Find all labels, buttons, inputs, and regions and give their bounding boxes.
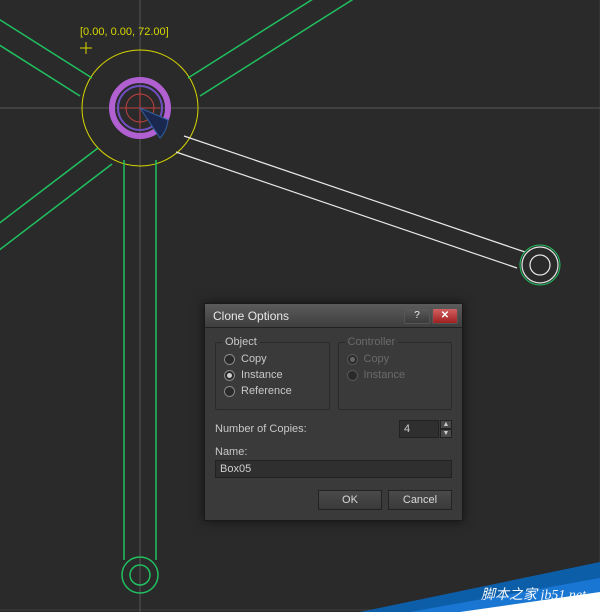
radio-icon bbox=[224, 354, 235, 365]
copies-input[interactable] bbox=[399, 420, 439, 438]
radio-label: Copy bbox=[241, 353, 267, 365]
dialog-body: Object Copy Instance Reference Controlle… bbox=[205, 328, 462, 520]
name-input[interactable] bbox=[215, 460, 452, 478]
radio-icon bbox=[224, 370, 235, 381]
radio-label: Reference bbox=[241, 385, 292, 397]
cancel-button[interactable]: Cancel bbox=[388, 490, 452, 510]
coordinate-readout: [0.00, 0.00, 72.00] bbox=[80, 26, 169, 38]
name-label: Name: bbox=[215, 446, 452, 458]
help-button[interactable]: ? bbox=[404, 308, 430, 324]
clone-options-dialog: Clone Options ? ✕ Object Copy Instance R… bbox=[204, 303, 463, 521]
ok-button[interactable]: OK bbox=[318, 490, 382, 510]
dialog-title: Clone Options bbox=[213, 309, 402, 323]
radio-icon bbox=[224, 386, 235, 397]
copies-spinner[interactable]: ▲ ▼ bbox=[440, 420, 452, 438]
controller-group-title: Controller bbox=[345, 336, 399, 348]
watermark: 脚本之家 jb51.net bbox=[481, 584, 586, 604]
radio-label: Copy bbox=[364, 353, 390, 365]
radio-controller-instance: Instance bbox=[347, 369, 444, 381]
radio-icon bbox=[347, 370, 358, 381]
watermark-cn: 脚本之家 bbox=[481, 588, 537, 603]
spinner-up-icon[interactable]: ▲ bbox=[440, 420, 452, 429]
radio-instance[interactable]: Instance bbox=[224, 369, 321, 381]
copies-label: Number of Copies: bbox=[215, 423, 391, 435]
dialog-titlebar[interactable]: Clone Options ? ✕ bbox=[205, 304, 462, 328]
radio-icon bbox=[347, 354, 358, 365]
controller-group: Controller Copy Instance bbox=[338, 342, 453, 410]
radio-copy[interactable]: Copy bbox=[224, 353, 321, 365]
radio-reference[interactable]: Reference bbox=[224, 385, 321, 397]
watermark-site: jb51.net bbox=[541, 588, 587, 603]
close-button[interactable]: ✕ bbox=[432, 308, 458, 324]
spinner-down-icon[interactable]: ▼ bbox=[440, 429, 452, 438]
object-group-title: Object bbox=[222, 336, 260, 348]
radio-label: Instance bbox=[364, 369, 406, 381]
radio-label: Instance bbox=[241, 369, 283, 381]
object-group: Object Copy Instance Reference bbox=[215, 342, 330, 410]
copies-row: Number of Copies: ▲ ▼ bbox=[215, 420, 452, 438]
radio-controller-copy: Copy bbox=[347, 353, 444, 365]
